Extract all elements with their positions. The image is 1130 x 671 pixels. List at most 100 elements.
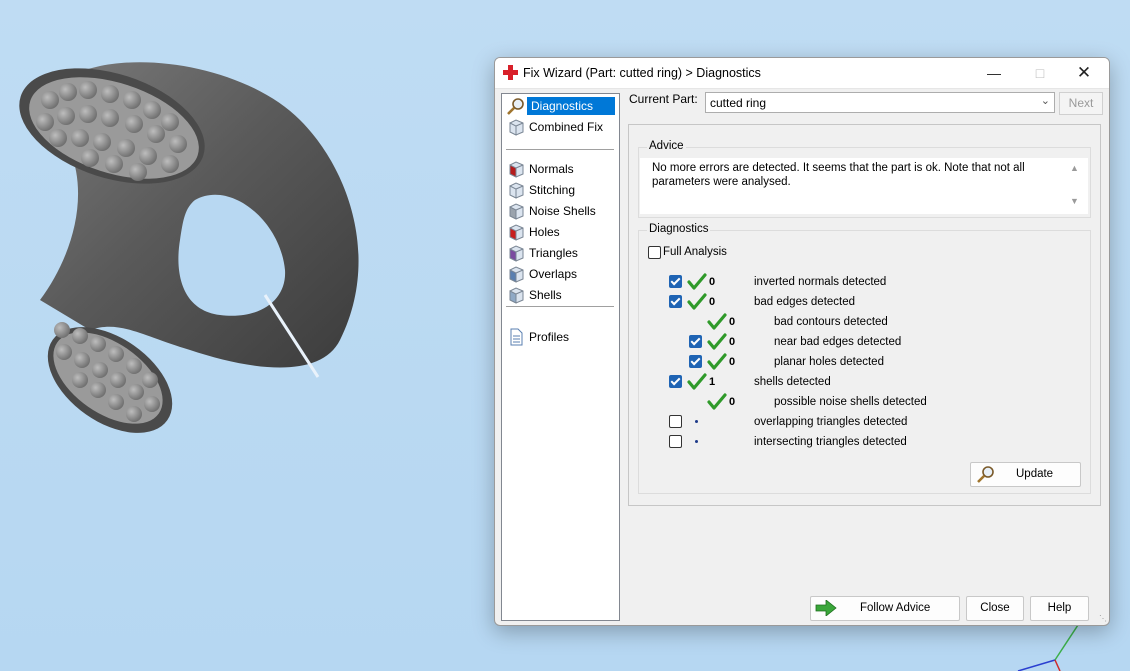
diagnostic-row: 0 planar holes detected [639,353,1079,371]
axis-gizmo [1017,624,1079,671]
next-button[interactable]: Next [1059,92,1103,115]
diagnostics-title: Diagnostics [647,223,711,235]
scroll-down-icon[interactable]: ▼ [1070,196,1079,206]
diagnostic-row: 1 shells detected [639,373,1079,391]
diagnostic-row: 0 possible noise shells detected [639,393,1079,411]
nav-item-label: Diagnostics [527,97,615,115]
nav-item-overlaps[interactable]: Overlaps [505,264,617,284]
diagnostic-label: intersecting triangles detected [754,436,907,448]
nav-item-label: Stitching [529,183,576,197]
diagnostic-count: 0 [709,296,716,308]
diagnostic-count: 0 [709,276,716,288]
diagnostic-checkbox[interactable] [669,275,682,288]
fix-wizard-dialog: Fix Wizard (Part: cutted ring) > Diagnos… [494,57,1110,626]
advice-text: No more errors are detected. It seems th… [652,162,1025,188]
nav-item-label: Profiles [529,330,570,344]
green-check-icon [687,293,707,314]
green-arrow-icon [815,600,837,616]
diagnostic-label: inverted normals detected [754,276,887,288]
advice-title: Advice [647,140,686,152]
stitching-cube-icon [507,181,525,199]
minimize-button[interactable]: — [971,58,1017,88]
normals-cube-icon [507,160,525,178]
maximize-button[interactable]: □ [1017,58,1063,88]
diagnostic-checkbox[interactable] [689,355,702,368]
diagnostic-label: near bad edges detected [774,336,902,348]
close-window-button[interactable]: ✕ [1061,58,1107,88]
help-button[interactable]: Help [1030,596,1089,621]
diagnostic-row: 0 bad edges detected [639,293,1079,311]
scroll-up-icon[interactable]: ▲ [1070,163,1079,173]
current-part-select[interactable]: cutted ring ⌄ [705,92,1055,113]
resize-grip-icon[interactable]: ⋱ [1099,614,1107,623]
nav-item-diagnostics[interactable]: Diagnostics [505,96,617,116]
diagnostic-checkbox[interactable] [669,295,682,308]
magnifier-icon [977,466,994,483]
nav-item-profiles[interactable]: Profiles [505,327,617,347]
advice-group: Advice No more errors are detected. It s… [638,140,1091,218]
nav-separator [506,149,614,150]
diagnostic-row: 0 near bad edges detected [639,333,1079,351]
advice-textbox[interactable]: No more errors are detected. It seems th… [640,158,1088,214]
diagnostic-row: intersecting triangles detected [639,433,1079,451]
close-icon: ✕ [1076,63,1092,82]
document-icon [507,328,525,346]
shells-cube-icon [507,286,525,304]
pending-dot-icon [695,420,698,423]
diagnostic-label: planar holes detected [774,356,884,368]
nav-separator [506,306,614,307]
diagnostic-label: possible noise shells detected [774,396,927,408]
diagnostic-checkbox[interactable] [669,375,682,388]
green-check-icon [687,273,707,294]
holes-cube-icon [507,223,525,241]
green-check-icon [687,373,707,394]
overlaps-cube-icon [507,265,525,283]
maximize-icon: □ [1035,65,1045,81]
diagnostic-row: 0 bad contours detected [639,313,1079,331]
wizard-nav-list: Diagnostics Combined Fix Normals Stitching N… [501,93,620,621]
diagnostic-label: shells detected [754,376,831,388]
red-cross-icon [503,65,518,80]
diagnostic-row: 0 inverted normals detected [639,273,1079,291]
full-analysis-label: Full Analysis [663,246,727,258]
nav-item-label: Holes [529,225,560,239]
diagnostic-count: 0 [729,396,736,408]
diagnostic-label: bad edges detected [754,296,856,308]
nav-item-triangles[interactable]: Triangles [505,243,617,263]
diagnostic-checkbox[interactable] [669,415,682,428]
update-button[interactable]: Update [970,462,1081,487]
title-bar[interactable]: Fix Wizard (Part: cutted ring) > Diagnos… [495,58,1109,89]
green-check-icon [707,393,727,414]
diagnostic-count: 0 [729,316,736,328]
green-check-icon [707,333,727,354]
diagnostic-label: overlapping triangles detected [754,416,908,428]
current-part-value: cutted ring [710,96,767,110]
window-title: Fix Wizard (Part: cutted ring) > Diagnos… [523,66,761,80]
nav-item-label: Normals [529,162,574,176]
full-analysis-checkbox[interactable] [648,246,661,259]
ring-model-3d[interactable] [0,30,420,450]
nav-item-shells[interactable]: Shells [505,285,617,305]
close-button[interactable]: Close [966,596,1024,621]
pending-dot-icon [695,440,698,443]
diagnostic-label: bad contours detected [774,316,888,328]
noise-shells-cube-icon [507,202,525,220]
nav-item-label: Combined Fix [529,120,604,134]
nav-item-combined-fix[interactable]: Combined Fix [505,117,617,137]
nav-item-noise-shells[interactable]: Noise Shells [505,201,617,221]
current-part-label: Current Part: [629,92,698,106]
diagnostic-count: 0 [729,336,736,348]
nav-item-normals[interactable]: Normals [505,159,617,179]
diagnostic-count: 0 [729,356,736,368]
nav-item-stitching[interactable]: Stitching [505,180,617,200]
follow-advice-label: Follow Advice [860,602,931,614]
chevron-down-icon: ⌄ [1040,95,1050,107]
nav-item-holes[interactable]: Holes [505,222,617,242]
nav-item-label: Noise Shells [529,204,596,218]
diagnostic-checkbox[interactable] [669,435,682,448]
update-label: Update [1016,468,1054,480]
nav-item-label: Overlaps [529,267,578,281]
follow-advice-button[interactable]: Follow Advice [810,596,960,621]
green-check-icon [707,353,727,374]
diagnostic-checkbox[interactable] [689,335,702,348]
